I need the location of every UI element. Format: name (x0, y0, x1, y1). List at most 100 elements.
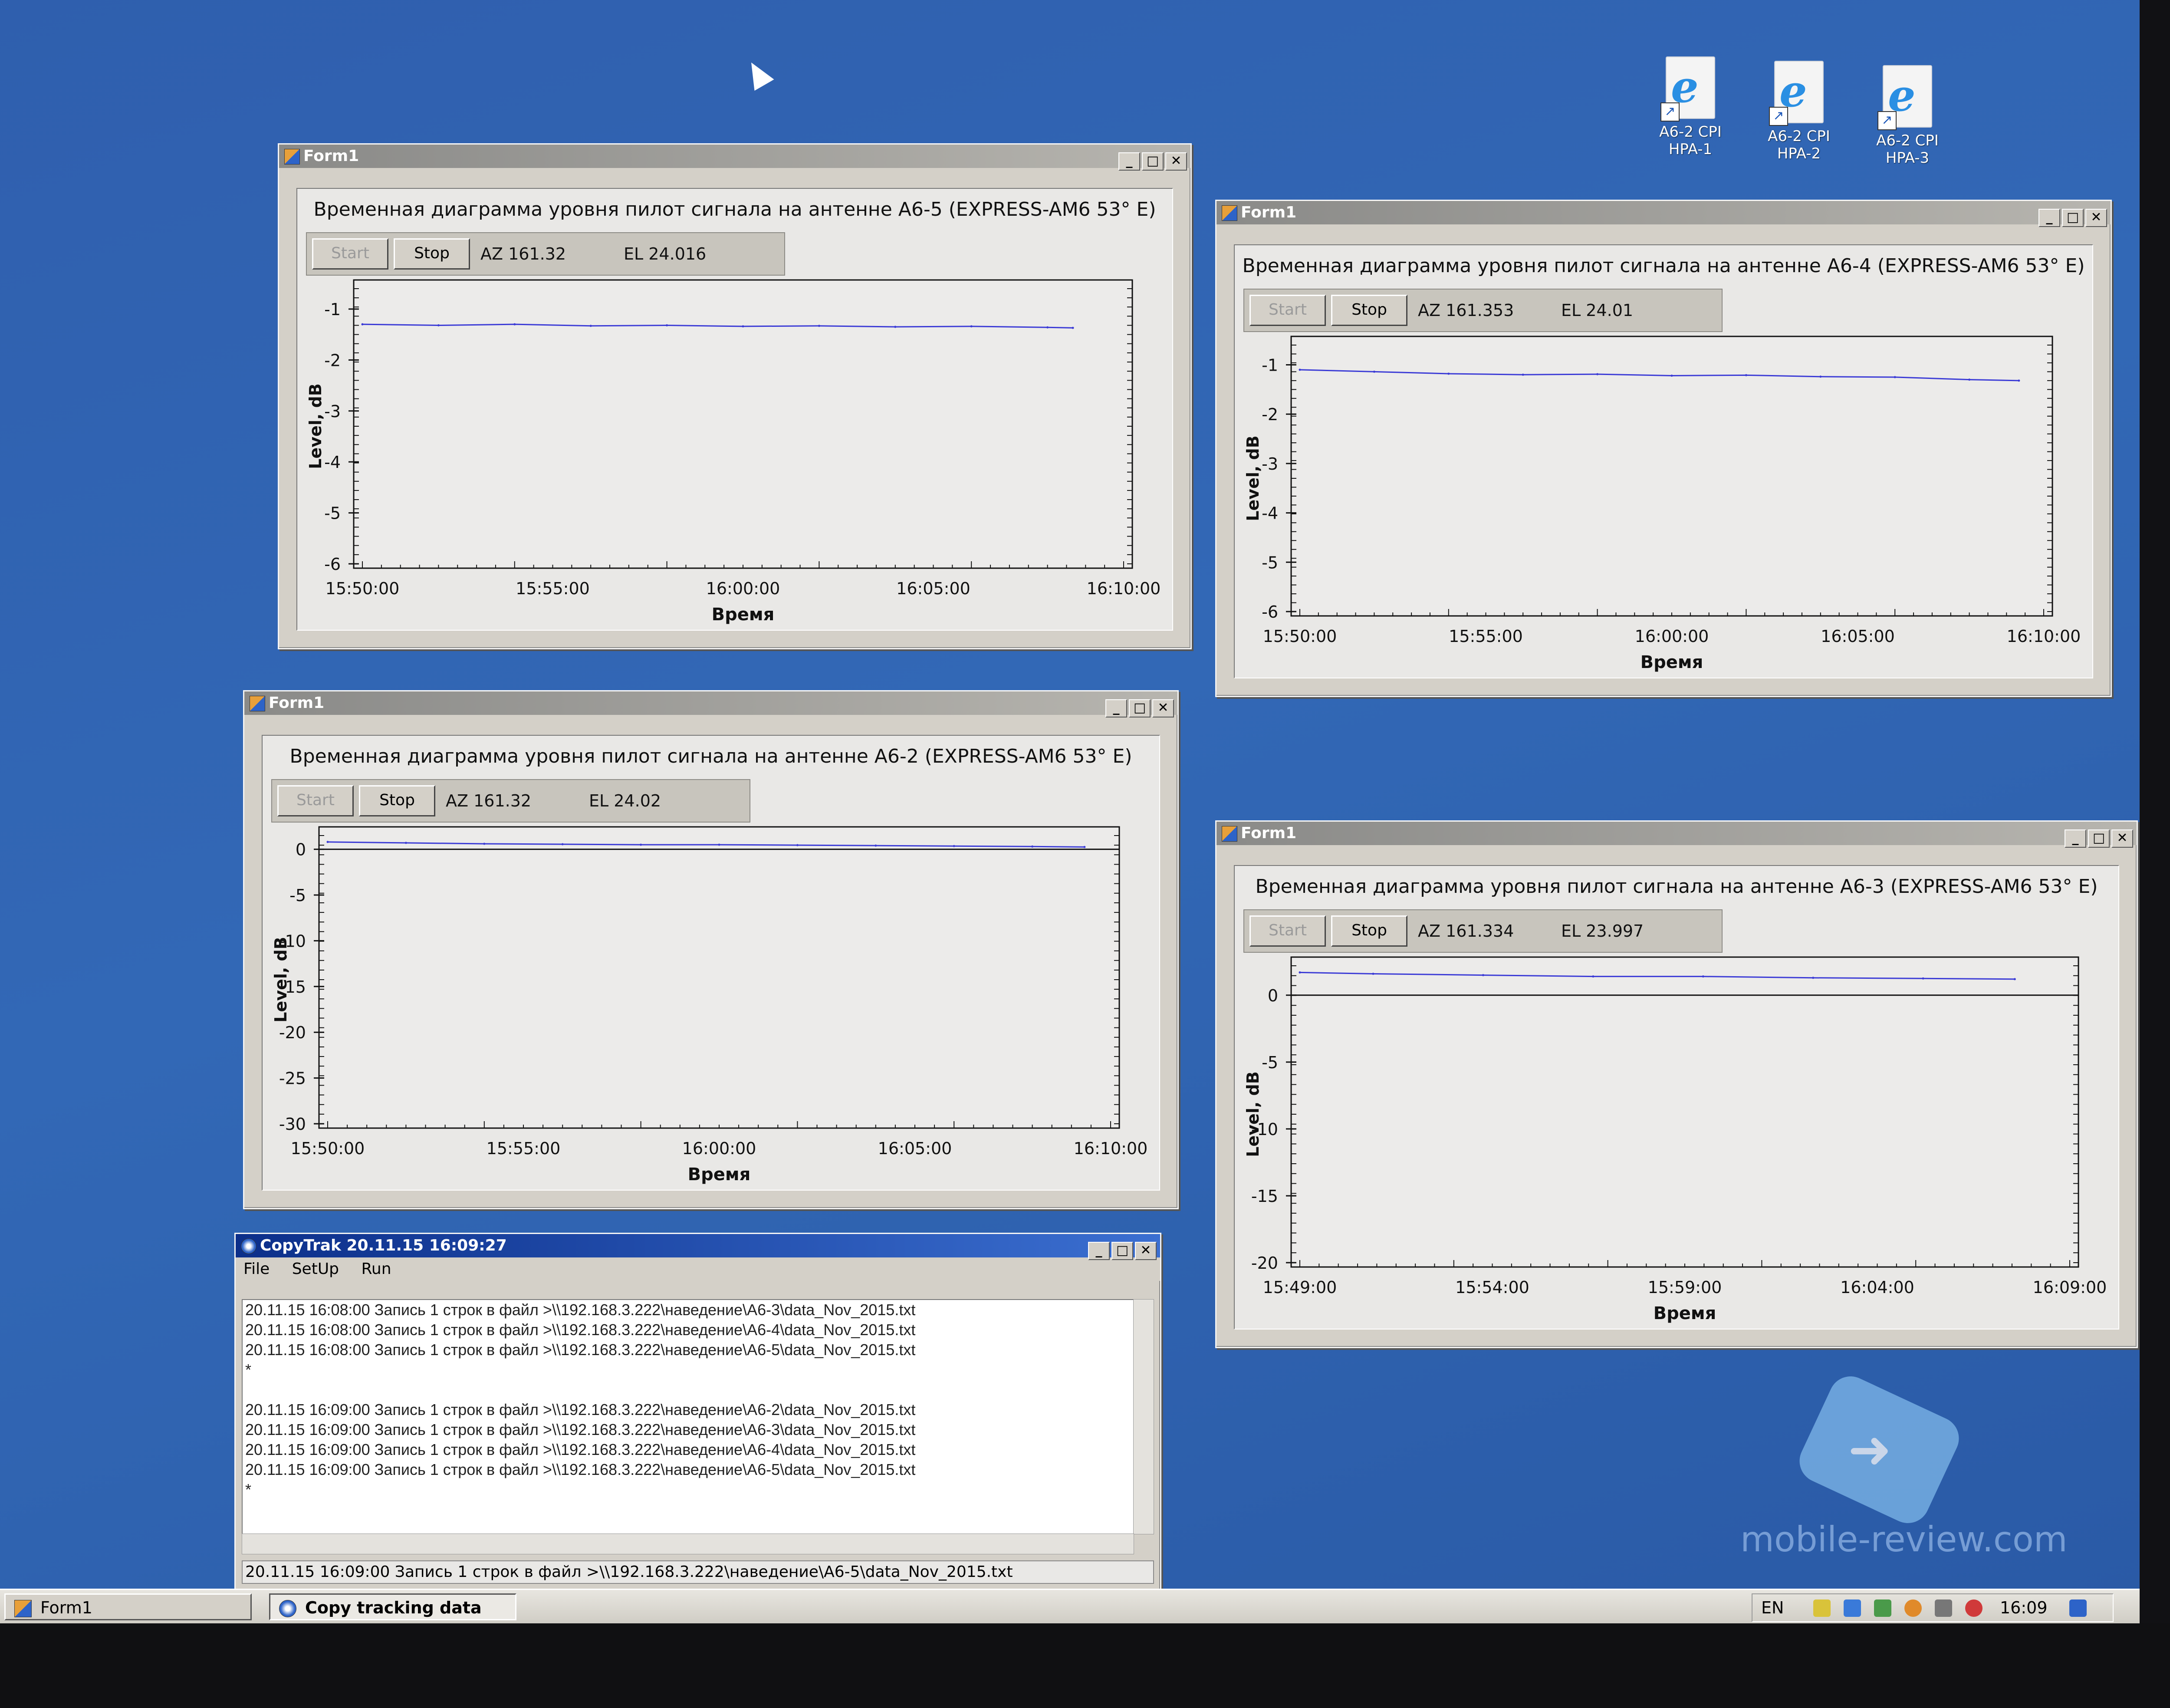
maximize-button[interactable]: □ (1129, 699, 1151, 717)
series-point (1373, 370, 1375, 373)
chart-window-a6-5[interactable]: Form1 _ □ ✕ Временная диаграмма уровня пилот… (278, 143, 1192, 649)
y-tick-label: -2 (324, 351, 341, 370)
y-tick-label: -6 (324, 555, 341, 574)
vertical-scrollbar[interactable] (1133, 1299, 1154, 1534)
sound-muted-icon[interactable] (1965, 1599, 1983, 1617)
desktop-shortcut-hpa-1[interactable]: e ↗ A6-2 CPI HPA-1 (1649, 56, 1732, 158)
ie-document-icon: e ↗ (1877, 65, 1932, 130)
taskbar-item-form1[interactable]: Form1 (4, 1593, 252, 1620)
language-indicator[interactable]: EN (1761, 1594, 1784, 1621)
disk-icon[interactable] (1904, 1599, 1922, 1617)
series-point (513, 323, 516, 326)
x-axis-label: Время (1654, 1303, 1716, 1323)
show-desktop-icon[interactable] (2069, 1599, 2087, 1617)
chart-window-a6-3[interactable]: Form1 _ □ ✕ Временная диаграмма уровня пилот… (1215, 820, 2138, 1348)
status-bar: 20.11.15 16:09:00 Запись 1 строк в файл … (242, 1560, 1154, 1584)
y-tick-label: -20 (279, 1023, 306, 1042)
log-line: 20.11.15 16:09:00 Запись 1 строк в файл … (245, 1441, 916, 1458)
x-tick-label: 16:10:00 (1087, 579, 1161, 598)
maximize-button[interactable]: □ (2062, 209, 2084, 227)
series-point (1596, 373, 1599, 375)
x-tick-label: 15:49:00 (1263, 1278, 1337, 1297)
series-point (1745, 374, 1747, 376)
y-tick-label: -6 (1262, 602, 1278, 622)
chart-panel: Временная диаграмма уровня пилот сигнала… (1234, 865, 2119, 1330)
minimize-button[interactable]: _ (2038, 209, 2060, 227)
log-line: * (245, 1481, 252, 1498)
y-axis-label: Level, dB (1243, 1071, 1263, 1157)
level-chart: -1 -2 -3 -4 -5 -6 15:50:00 15:55:00 16:00:00 16:0… (306, 279, 1161, 625)
series-point (742, 325, 744, 328)
series-point (1482, 974, 1484, 977)
horizontal-scrollbar[interactable] (242, 1534, 1134, 1554)
desktop-shortcut-hpa-2[interactable]: e ↗ A6-2 CPI HPA-2 (1758, 61, 1840, 162)
window-title: Form1 (1241, 824, 1297, 842)
series-point (1522, 373, 1524, 376)
x-tick-label: 16:05:00 (896, 579, 970, 598)
desktop-shortcut-hpa-3[interactable]: e ↗ A6-2 CPI HPA-3 (1866, 65, 1949, 167)
taskbar: Form1 Copy tracking data EN 16:09 (0, 1589, 2140, 1625)
copytrak-window[interactable]: CopyTrak 20.11.15 16:09:27 _ □ ✕ File SetU… (234, 1233, 1161, 1591)
minimize-button[interactable]: _ (2065, 829, 2086, 848)
security-icon[interactable] (1874, 1599, 1891, 1617)
close-button[interactable]: ✕ (2085, 209, 2107, 227)
window-title: CopyTrak 20.11.15 16:09:27 (260, 1237, 507, 1254)
minimize-button[interactable]: _ (1105, 699, 1127, 717)
maximize-button[interactable]: □ (1142, 152, 1164, 171)
mouse-cursor-icon (741, 57, 774, 91)
menu-run[interactable]: Run (361, 1260, 391, 1278)
minimize-button[interactable]: _ (1088, 1242, 1110, 1260)
y-tick-label: -5 (1262, 1053, 1278, 1072)
series-point (1372, 972, 1374, 975)
y-tick-label: -5 (324, 504, 341, 523)
series-point (666, 324, 668, 327)
menu-bar: File SetUp Run (236, 1257, 1160, 1281)
close-button[interactable]: ✕ (1165, 152, 1187, 171)
clock[interactable]: 16:09 (2000, 1594, 2048, 1621)
x-tick-label: 16:04:00 (1840, 1278, 1914, 1297)
series-point (2013, 978, 2016, 981)
x-tick-label: 15:55:00 (1449, 627, 1523, 646)
x-tick-label: 16:05:00 (1821, 627, 1895, 646)
window-titlebar[interactable]: Form1 _ □ ✕ (279, 145, 1190, 171)
computer-icon[interactable] (1935, 1599, 1952, 1617)
window-titlebar[interactable]: Form1 _ □ ✕ (1217, 201, 2111, 227)
series-point (326, 841, 329, 843)
series-point (953, 845, 955, 847)
series-point (1819, 375, 1822, 378)
y-tick-label: -25 (279, 1069, 306, 1088)
minimize-button[interactable]: _ (1118, 152, 1140, 171)
series-point (875, 844, 877, 847)
level-chart: 0-5-10-15-20-25-3015:50:00 15:55:00 16:00:… (271, 826, 1147, 1185)
plot-frame (318, 826, 1120, 1129)
vmware-icon[interactable] (1844, 1599, 1861, 1617)
series-point (1046, 326, 1049, 329)
log-line: 20.11.15 16:08:00 Запись 1 строк в файл … (245, 1321, 916, 1339)
maximize-button[interactable]: □ (1111, 1242, 1133, 1260)
network-icon[interactable] (1813, 1599, 1831, 1617)
menu-setup[interactable]: SetUp (292, 1260, 339, 1278)
series-point (2018, 379, 2020, 382)
window-titlebar[interactable]: CopyTrak 20.11.15 16:09:27 _ □ ✕ (236, 1234, 1160, 1260)
form-app-icon (1222, 826, 1237, 842)
menu-file[interactable]: File (243, 1260, 270, 1278)
plot-frame (353, 279, 1133, 569)
taskbar-item-label: Copy tracking data (305, 1598, 482, 1617)
log-textarea[interactable]: 20.11.15 16:08:00 Запись 1 строк в файл … (242, 1299, 1134, 1535)
window-titlebar[interactable]: Form1 _ □ ✕ (244, 691, 1177, 717)
close-button[interactable]: ✕ (1135, 1242, 1157, 1260)
taskbar-item-copy-tracking[interactable]: Copy tracking data (269, 1593, 516, 1620)
maximize-button[interactable]: □ (2088, 829, 2110, 848)
x-tick-label: 16:00:00 (682, 1139, 756, 1158)
taskbar-item-label: Form1 (40, 1598, 92, 1617)
y-tick-label: 0 (1268, 986, 1278, 1005)
log-line: 20.11.15 16:09:00 Запись 1 строк в файл … (245, 1421, 916, 1438)
close-button[interactable]: ✕ (2111, 829, 2133, 848)
window-titlebar[interactable]: Form1 _ □ ✕ (1217, 822, 2137, 848)
shortcut-label-line1: A6-2 CPI (1876, 132, 1939, 149)
chart-window-a6-2[interactable]: Form1 _ □ ✕ Временная диаграмма уровня пилот… (243, 690, 1179, 1209)
window-title: Form1 (1241, 204, 1297, 221)
chart-window-a6-4[interactable]: Form1 _ □ ✕ Временная диаграмма уровня пилот… (1215, 200, 2112, 697)
copytrak-app-icon (241, 1238, 256, 1254)
close-button[interactable]: ✕ (1152, 699, 1174, 717)
